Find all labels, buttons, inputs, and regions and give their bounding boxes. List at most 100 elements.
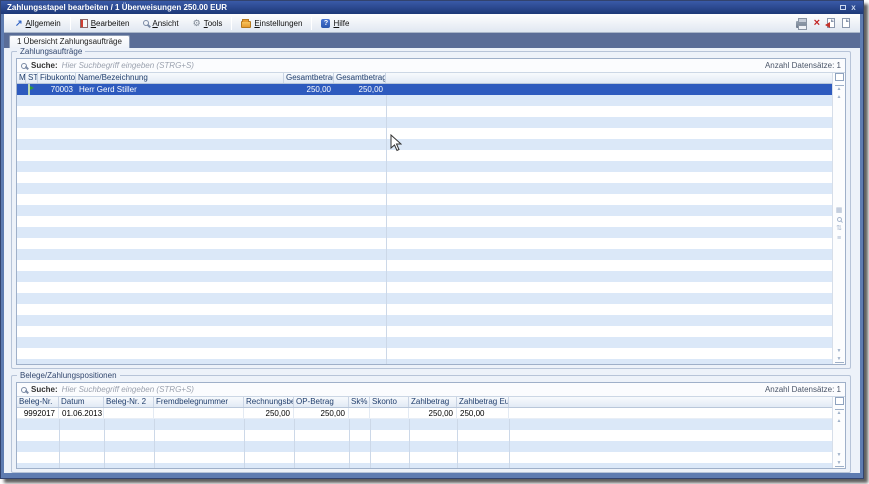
column-divider bbox=[457, 419, 458, 468]
cell-zahlbetrag: 250,00 bbox=[409, 408, 457, 418]
cell-skonto bbox=[370, 408, 409, 418]
col-skonto[interactable]: Skonto bbox=[370, 397, 409, 407]
cell-gesamtbetrag: 250,00 bbox=[284, 84, 334, 95]
cell-rechnungsbetrag: 250,00 bbox=[244, 408, 294, 418]
scroll-bottom-button[interactable]: ▼ bbox=[835, 460, 844, 467]
cell-fibukonto: 70003 bbox=[38, 84, 76, 95]
toolbar-right: × bbox=[796, 18, 856, 28]
red-book-icon bbox=[80, 19, 88, 28]
column-divider bbox=[509, 419, 510, 468]
cell-datum: 01.06.2013 /Sa bbox=[59, 408, 104, 418]
col-zahlbetrag[interactable]: Zahlbetrag bbox=[409, 397, 457, 407]
col-st[interactable]: ST bbox=[26, 73, 38, 83]
column-divider bbox=[294, 419, 295, 468]
window-title: Zahlungsstapel bearbeiten / 1 Überweisun… bbox=[7, 3, 227, 12]
tab-strip: 1 Übersicht Zahlungsaufträge bbox=[4, 33, 860, 48]
search-input[interactable] bbox=[62, 60, 761, 71]
menu-bearbeiten[interactable]: Bearbeiten bbox=[73, 16, 137, 31]
close-icon: x bbox=[851, 3, 855, 12]
column-chooser-icon[interactable] bbox=[837, 75, 844, 81]
payments-table: M ST Fibukonto Name/Bezeichnung Gesamtbe… bbox=[17, 73, 832, 364]
menu-separator bbox=[70, 17, 71, 30]
delete-button[interactable]: × bbox=[814, 18, 820, 28]
col-name[interactable]: Name/Bezeichnung bbox=[76, 73, 284, 83]
group-legend: Zahlungsaufträge bbox=[17, 47, 85, 56]
menu-ansicht[interactable]: Ansicht bbox=[136, 16, 185, 31]
col-filler bbox=[509, 397, 832, 407]
column-divider bbox=[244, 419, 245, 468]
zoom-icon[interactable] bbox=[837, 217, 842, 222]
list-icon[interactable]: ≡ bbox=[837, 235, 841, 242]
print-button[interactable] bbox=[796, 21, 807, 28]
title-bar: Zahlungsstapel bearbeiten / 1 Überweisun… bbox=[1, 1, 863, 14]
col-gesamtbetrag-euro[interactable]: Gesamtbetrag Euro bbox=[334, 73, 386, 83]
cell-gesamtbetrag-euro: 250,00 bbox=[334, 84, 386, 95]
search-input[interactable] bbox=[62, 384, 761, 395]
cell-beleg-nr: 9992017 bbox=[17, 408, 59, 418]
close-window-button[interactable]: x bbox=[848, 3, 859, 13]
col-datum[interactable]: Datum bbox=[59, 397, 104, 407]
col-rechnungsbetrag[interactable]: Rechnungsbetrag bbox=[244, 397, 294, 407]
cell-fremdbelegnummer bbox=[154, 408, 244, 418]
new-document-button[interactable] bbox=[842, 18, 850, 28]
column-divider bbox=[370, 419, 371, 468]
col-sk[interactable]: Sk% bbox=[349, 397, 370, 407]
col-gesamtbetrag[interactable]: Gesamtbetrag bbox=[284, 73, 334, 83]
scroll-down-button[interactable]: ▼ bbox=[835, 348, 844, 354]
col-op-betrag[interactable]: OP-Betrag bbox=[294, 397, 349, 407]
column-divider bbox=[386, 95, 387, 364]
record-count: Anzahl Datensätze: 1 bbox=[765, 61, 841, 70]
search-label: Suche: bbox=[31, 61, 58, 70]
scroll-down-button[interactable]: ▼ bbox=[835, 452, 844, 458]
help-icon: ? bbox=[321, 19, 330, 28]
table-header: M ST Fibukonto Name/Bezeichnung Gesamtbe… bbox=[17, 73, 832, 84]
column-divider bbox=[349, 419, 350, 468]
exit-button[interactable] bbox=[827, 18, 835, 28]
grid-view-icon[interactable]: ▦ bbox=[836, 207, 843, 214]
column-chooser-icon[interactable] bbox=[837, 399, 844, 405]
scroll-top-button[interactable]: ▲ bbox=[835, 409, 844, 416]
sort-icon[interactable]: ⇅ bbox=[836, 225, 842, 232]
table-scrollbar: ▲ ▲ ▦ ⇅ ≡ ▼ ▼ bbox=[832, 73, 845, 364]
transfer-icon bbox=[28, 84, 30, 95]
scroll-up-button[interactable]: ▲ bbox=[835, 418, 844, 424]
menu-einstellungen[interactable]: Einstellungen bbox=[234, 16, 309, 31]
column-divider bbox=[104, 419, 105, 468]
restore-window-button[interactable] bbox=[837, 3, 848, 13]
col-filler bbox=[386, 73, 832, 83]
col-zahlbetrag-euro[interactable]: Zahlbetrag Euro bbox=[457, 397, 509, 407]
menu-separator bbox=[231, 17, 232, 30]
menu-allgemein[interactable]: ↗ Allgemein bbox=[8, 16, 68, 31]
table-row[interactable]: 9992017 01.06.2013 /Sa 250,00 250,00 250… bbox=[17, 408, 832, 419]
col-fremdbelegnummer[interactable]: Fremdbelegnummer bbox=[154, 397, 244, 407]
group-zahlungsauftraege: Zahlungsaufträge Suche: Anzahl Datensätz… bbox=[11, 51, 851, 369]
scroll-top-button[interactable]: ▲ bbox=[835, 85, 844, 92]
empty-rows bbox=[17, 419, 832, 468]
table-header: Beleg-Nr. Datum Beleg-Nr. 2 Fremdbelegnu… bbox=[17, 397, 832, 408]
group-legend: Belege/Zahlungspositionen bbox=[17, 371, 120, 380]
menu-hilfe[interactable]: ? Hilfe bbox=[314, 16, 356, 31]
mouse-cursor bbox=[390, 134, 402, 152]
cell-op-betrag: 250,00 bbox=[294, 408, 349, 418]
table-scrollbar: ▲ ▲ ▼ ▼ bbox=[832, 397, 845, 468]
search-icon bbox=[21, 387, 27, 393]
cell-zahlbetrag-euro: 250,00 bbox=[457, 408, 509, 418]
group-belege: Belege/Zahlungspositionen Suche: Anzahl … bbox=[11, 375, 851, 473]
application-window: Zahlungsstapel bearbeiten / 1 Überweisun… bbox=[0, 0, 864, 479]
menu-separator bbox=[311, 17, 312, 30]
col-m[interactable]: M bbox=[17, 73, 26, 83]
restore-icon bbox=[840, 5, 846, 10]
menu-bar: ↗ Allgemein Bearbeiten Ansicht ⚙ Tools E… bbox=[4, 14, 860, 33]
menu-tools[interactable]: ⚙ Tools bbox=[186, 16, 230, 31]
record-count: Anzahl Datensätze: 1 bbox=[765, 385, 841, 394]
table-row-selected[interactable]: 70003 Herr Gerd Stiller 250,00 250,00 bbox=[17, 84, 832, 95]
scroll-bottom-button[interactable]: ▼ bbox=[835, 356, 844, 363]
col-beleg-nr-2[interactable]: Beleg-Nr. 2 bbox=[104, 397, 154, 407]
content-area: Zahlungsaufträge Suche: Anzahl Datensätz… bbox=[4, 48, 860, 473]
search-label: Suche: bbox=[31, 385, 58, 394]
col-fibukonto[interactable]: Fibukonto bbox=[38, 73, 76, 83]
col-beleg-nr[interactable]: Beleg-Nr. bbox=[17, 397, 59, 407]
cell-sk bbox=[349, 408, 370, 418]
scroll-up-button[interactable]: ▲ bbox=[835, 94, 844, 100]
magnifier-icon bbox=[143, 20, 149, 26]
